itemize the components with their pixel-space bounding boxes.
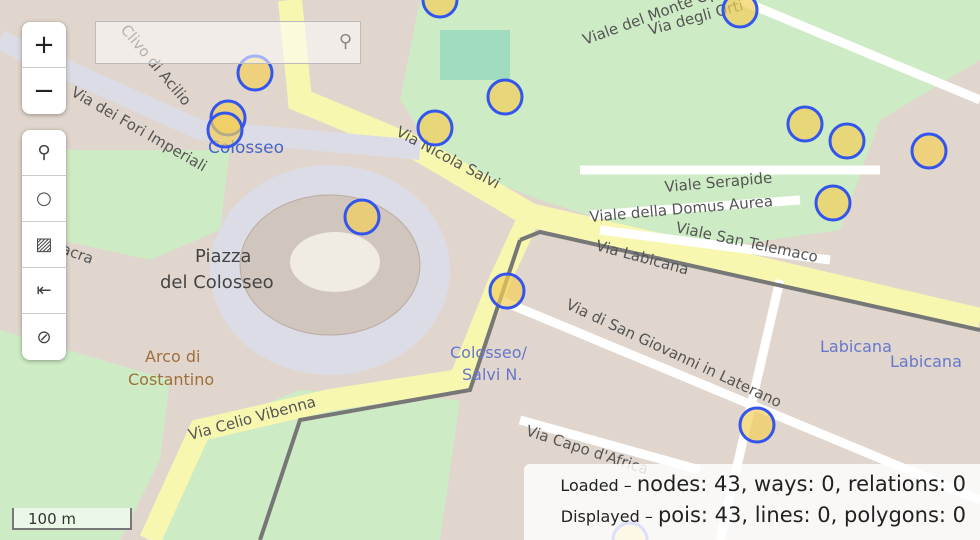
label-lab1: Labicana <box>820 337 892 356</box>
hide-data-button[interactable]: ⊘ <box>22 314 66 360</box>
toggle-points-button[interactable]: ○ <box>22 176 66 222</box>
label-piazza: Piazza <box>195 246 251 267</box>
toggle-background-button[interactable]: ▨ <box>22 222 66 268</box>
poi-marker[interactable] <box>206 111 244 149</box>
search-box[interactable]: ⚲ <box>95 21 361 64</box>
label-arco: Arco di <box>145 347 200 366</box>
loaded-label: Loaded – <box>560 476 632 495</box>
arena <box>290 232 380 292</box>
poi-marker[interactable] <box>721 0 759 29</box>
search-input[interactable] <box>96 22 360 63</box>
search-icon: ⚲ <box>37 142 51 163</box>
zoom-to-data-button[interactable]: ⇤ <box>22 268 66 314</box>
arrow-left-bar-icon: ⇤ <box>36 280 52 301</box>
label-stop: Colosseo/ <box>450 343 528 362</box>
scale-bar: 100 m <box>12 508 132 530</box>
tool-control: ⚲ ○ ▨ ⇤ ⊘ <box>22 130 66 360</box>
loaded-stats: nodes: 43, ways: 0, relations: 0 <box>636 472 966 496</box>
poi-marker[interactable] <box>786 105 824 143</box>
poi-marker[interactable] <box>488 272 526 310</box>
search-icon[interactable]: ⚲ <box>339 31 352 52</box>
image-icon: ▨ <box>35 234 53 255</box>
pool <box>440 30 510 80</box>
poi-marker[interactable] <box>910 132 948 170</box>
poi-marker[interactable] <box>738 406 776 444</box>
label-stop2: Salvi N. <box>462 365 522 384</box>
displayed-label: Displayed – <box>560 507 653 526</box>
zoom-out-button[interactable]: − <box>22 68 66 114</box>
map-canvas[interactable]: Via dei Fori Imperiali Clivo di Acilio C… <box>0 0 980 540</box>
label-piazza2: del Colosseo <box>160 272 274 293</box>
displayed-stats: pois: 43, lines: 0, polygons: 0 <box>657 503 966 527</box>
label-lab2: Labicana <box>890 352 962 371</box>
zoom-in-button[interactable]: + <box>22 22 66 68</box>
circle-icon: ○ <box>36 188 52 209</box>
label-arco2: Costantino <box>128 370 214 389</box>
poi-marker[interactable] <box>486 78 524 116</box>
poi-marker[interactable] <box>416 109 454 147</box>
poi-marker[interactable] <box>343 198 381 236</box>
no-entry-icon: ⊘ <box>36 326 52 348</box>
data-stats-panel: Loaded – nodes: 43, ways: 0, relations: … <box>524 464 980 540</box>
search-location-button[interactable]: ⚲ <box>22 130 66 176</box>
poi-marker[interactable] <box>814 184 852 222</box>
zoom-control: + − <box>22 22 66 114</box>
poi-marker[interactable] <box>828 122 866 160</box>
